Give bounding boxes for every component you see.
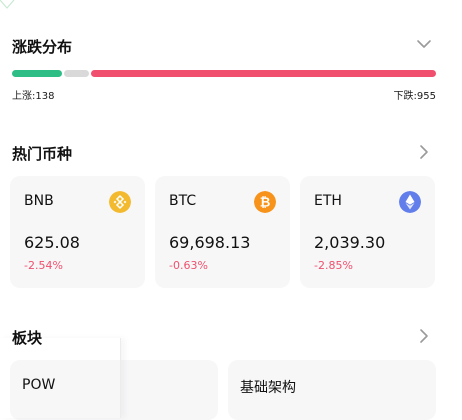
sector-label: 基础架构	[240, 380, 296, 396]
coin-price: 2,039.30	[314, 233, 386, 252]
coin-card-eth[interactable]: ETH 2,039.30 -2.85%	[300, 176, 435, 288]
coin-card-btc[interactable]: BTC ₿ 69,698.13 -0.63%	[155, 176, 290, 288]
coin-price: 69,698.13	[169, 233, 251, 252]
distribution-title: 涨跌分布	[12, 38, 73, 56]
corner-mark	[0, 0, 15, 9]
coin-change: -0.63%	[169, 259, 208, 272]
bnb-icon	[109, 191, 131, 213]
fall-count: 下跌:955	[393, 91, 436, 102]
chevron-right-icon[interactable]	[418, 144, 430, 160]
distribution-bar-flat	[64, 70, 89, 77]
coin-price: 625.08	[24, 233, 80, 252]
coin-symbol: BNB	[24, 193, 54, 209]
distribution-bar-rise	[12, 70, 62, 77]
eth-icon	[399, 191, 421, 213]
coin-symbol: BTC	[169, 193, 197, 209]
chevron-right-icon[interactable]	[418, 328, 430, 344]
svg-text:₿: ₿	[260, 196, 271, 211]
btc-icon: ₿	[254, 191, 276, 213]
rise-count: 上涨:138	[12, 91, 55, 102]
overlay-panel-edge	[0, 338, 121, 418]
hot-coins-title: 热门币种	[12, 145, 73, 163]
coin-card-bnb[interactable]: BNB 625.08 -2.54%	[10, 176, 145, 288]
coin-change: -2.54%	[24, 259, 63, 272]
coin-symbol: ETH	[314, 193, 342, 209]
sector-card-infrastructure[interactable]: 基础架构	[228, 360, 436, 420]
chevron-down-icon[interactable]	[416, 38, 432, 50]
coin-change: -2.85%	[314, 259, 353, 272]
distribution-bar	[12, 70, 436, 77]
distribution-bar-fall	[91, 70, 436, 77]
